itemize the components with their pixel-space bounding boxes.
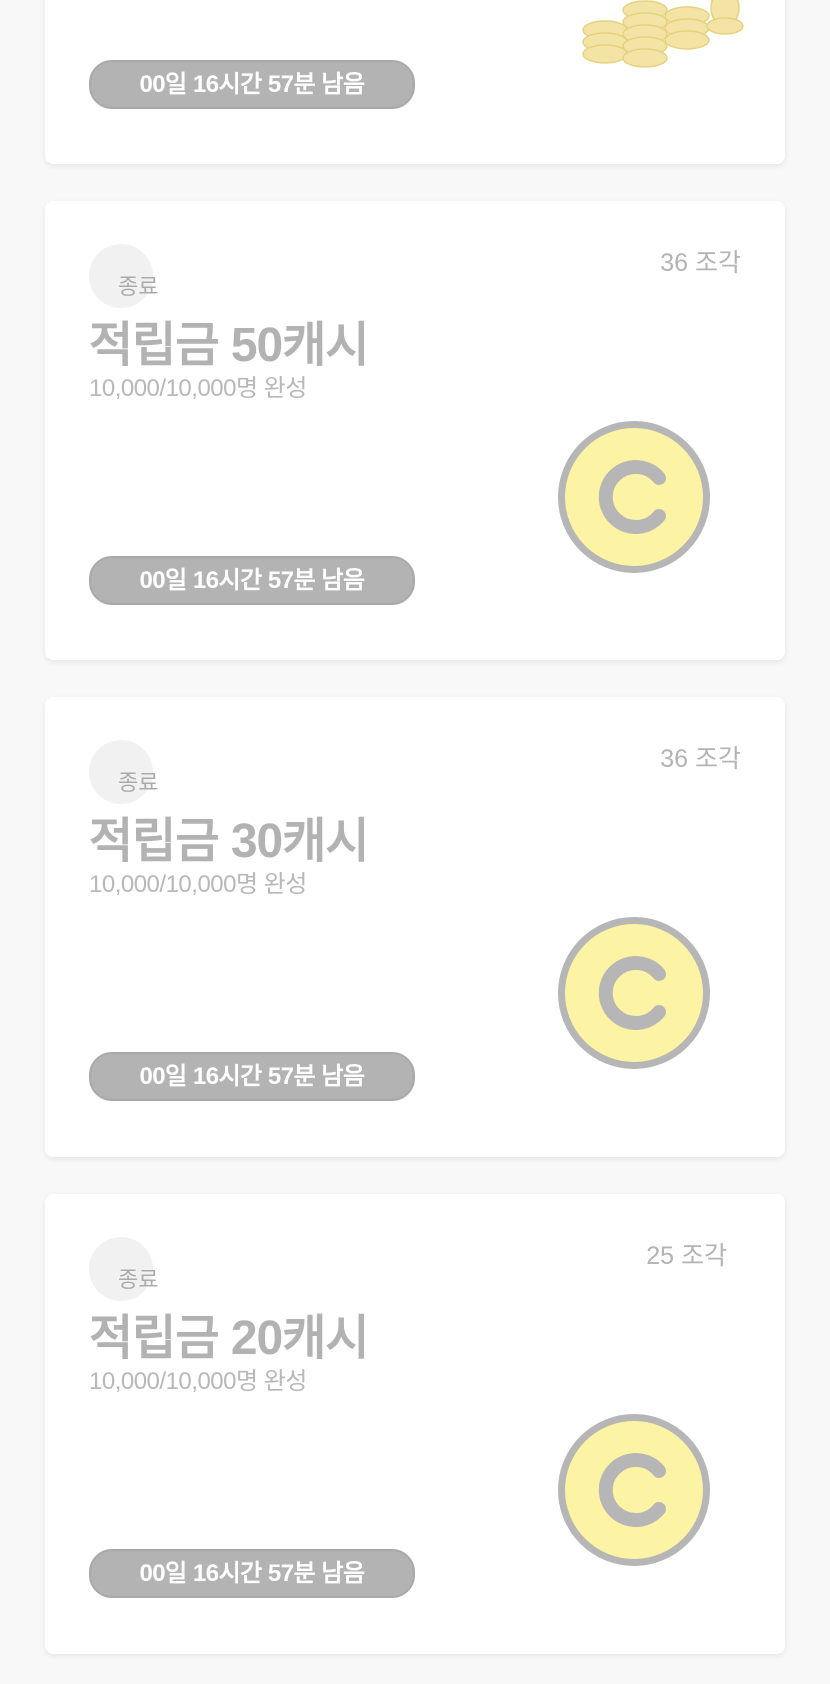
time-remaining-badge: 00일 16시간 57분 남음 bbox=[89, 556, 415, 605]
time-remaining-badge: 00일 16시간 57분 남음 bbox=[89, 60, 415, 109]
participant-progress: 10,000/10,000명 완성 bbox=[89, 871, 307, 898]
reward-title: 적립금 50캐시 bbox=[89, 319, 370, 372]
participant-progress: 10,000/10,000명 완성 bbox=[89, 1368, 307, 1395]
reward-card[interactable]: 36 조각 종료 적립금 30캐시 10,000/10,000명 완성 00일 … bbox=[45, 697, 785, 1157]
coin-c-icon bbox=[558, 421, 710, 573]
coin-c-icon bbox=[558, 1414, 710, 1566]
status-badge: 종료 bbox=[118, 274, 159, 299]
coin-c-icon bbox=[558, 917, 710, 1069]
reward-card[interactable]: 25 조각 종료 적립금 20캐시 10,000/10,000명 완성 00일 … bbox=[45, 1194, 785, 1654]
status-badge: 종료 bbox=[118, 1267, 159, 1292]
time-remaining-badge: 00일 16시간 57분 남음 bbox=[89, 1549, 415, 1598]
piece-count: 36 조각 bbox=[660, 745, 741, 773]
piece-count: 25 조각 bbox=[646, 1242, 727, 1270]
reward-title: 적립금 30캐시 bbox=[89, 815, 370, 868]
participant-progress: 10,000/10,000명 완성 bbox=[89, 375, 307, 402]
reward-card-top[interactable]: 00일 16시간 57분 남음 bbox=[45, 0, 785, 164]
time-remaining-badge: 00일 16시간 57분 남음 bbox=[89, 1052, 415, 1101]
reward-title: 적립금 20캐시 bbox=[89, 1312, 370, 1365]
reward-card[interactable]: 36 조각 종료 적립금 50캐시 10,000/10,000명 완성 00일 … bbox=[45, 201, 785, 660]
piece-count: 36 조각 bbox=[660, 249, 741, 277]
cash-reward-list: 00일 16시간 57분 남음 36 조각 종료 적립금 50캐시 10,000… bbox=[0, 0, 830, 1684]
status-badge: 종료 bbox=[118, 770, 159, 795]
coin-pile-image bbox=[582, 0, 744, 68]
